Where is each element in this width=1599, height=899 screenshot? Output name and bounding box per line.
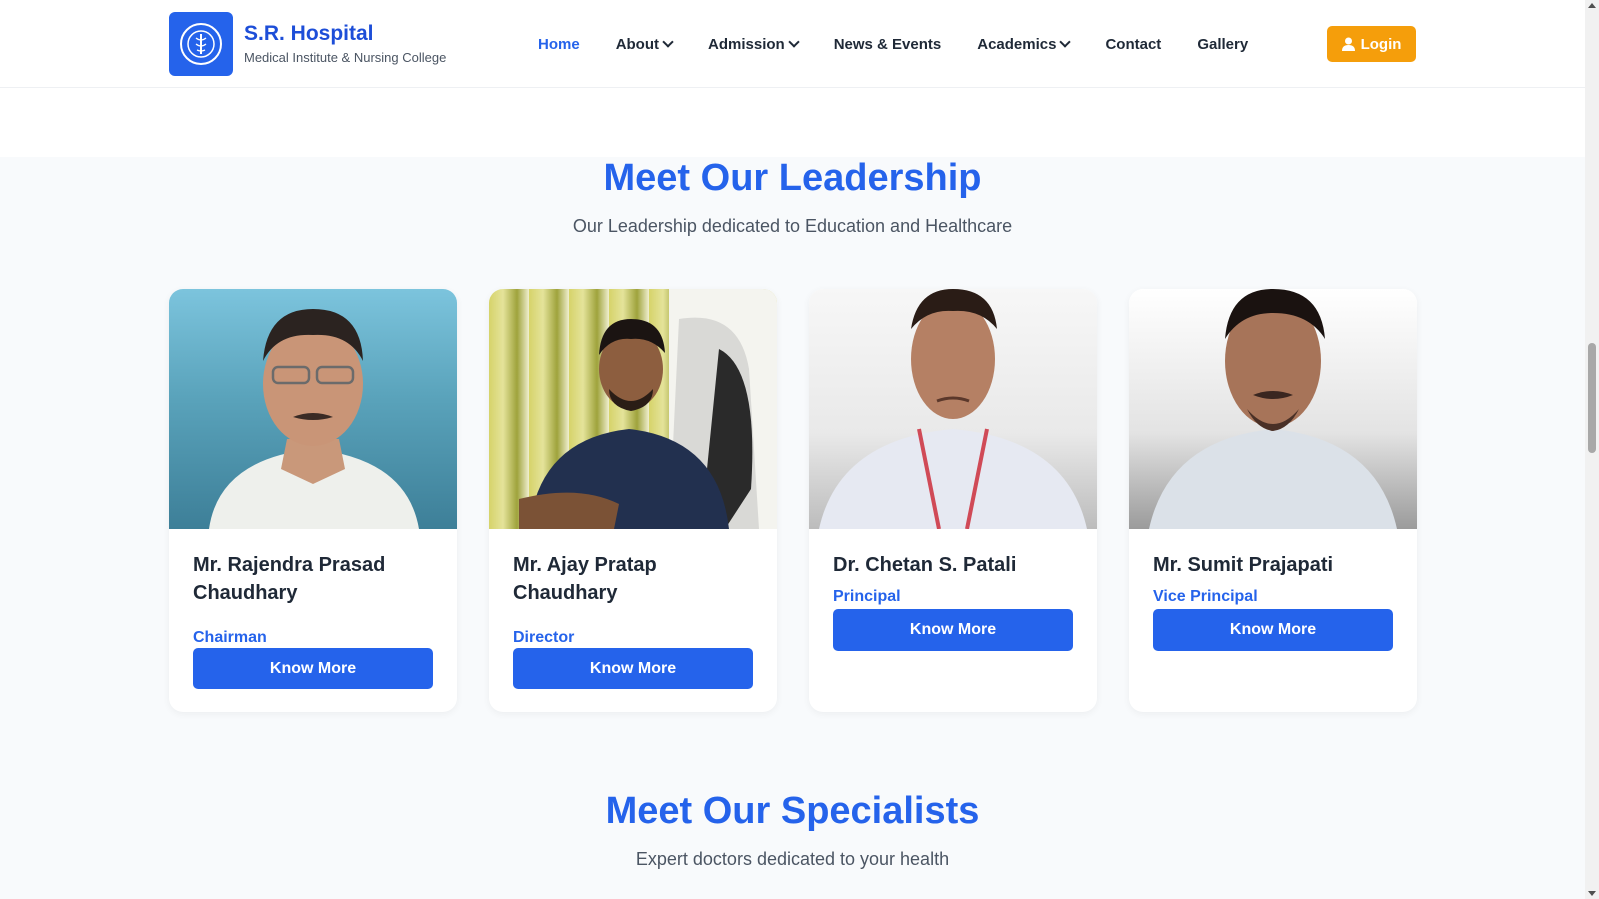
user-icon <box>1341 37 1355 51</box>
site-header: S.R. Hospital Medical Institute & Nursin… <box>0 0 1585 88</box>
nav-admission[interactable]: Admission <box>708 35 800 53</box>
brand-subtitle: Medical Institute & Nursing College <box>244 50 447 65</box>
nav-contact-label: Contact <box>1105 35 1162 53</box>
know-more-button[interactable]: Know More <box>193 648 433 689</box>
leader-photo <box>169 289 457 529</box>
leader-role: Director <box>513 629 575 646</box>
know-more-button[interactable]: Know More <box>1153 609 1393 651</box>
know-more-button[interactable]: Know More <box>513 648 753 689</box>
specialists-subtitle: Expert doctors dedicated to your health <box>635 849 950 869</box>
nav-about[interactable]: About <box>615 35 674 53</box>
leader-role: Vice Principal <box>1153 588 1258 605</box>
leader-photo <box>809 289 1097 529</box>
leader-photo <box>489 289 777 529</box>
leader-photo <box>1129 289 1417 529</box>
leader-card: Mr. Sumit Prajapati Vice Principal Know … <box>1129 289 1417 712</box>
leadership-subtitle: Our Leadership dedicated to Education an… <box>572 216 1013 236</box>
scrollbar-thumb[interactable] <box>1588 343 1596 453</box>
nav-news-events-label: News & Events <box>833 35 942 53</box>
leader-card: Mr. Rajendra Prasad Chaudhary Chairman K… <box>169 289 457 712</box>
page-scrollbar[interactable] <box>1585 0 1599 899</box>
leader-name: Mr. Ajay Pratap Chaudhary <box>513 554 657 604</box>
nav-admission-label: Admission <box>708 35 785 53</box>
nav-home[interactable]: Home <box>538 36 580 53</box>
brand-title[interactable]: S.R. Hospital <box>244 22 374 46</box>
scroll-up-icon[interactable] <box>1588 3 1596 8</box>
leader-name: Mr. Rajendra Prasad Chaudhary <box>193 554 386 604</box>
nav-gallery-label: Gallery <box>1197 35 1249 53</box>
nav-gallery[interactable]: Gallery <box>1197 36 1248 53</box>
leader-card: Dr. Chetan S. Patali Principal Know More <box>809 289 1097 712</box>
leader-role: Chairman <box>193 629 267 646</box>
specialists-title: Meet Our Specialists <box>605 790 980 832</box>
nav-academics[interactable]: Academics <box>977 35 1072 53</box>
main-nav: Home About Admission News & Events Acade… <box>538 34 1284 54</box>
hospital-logo[interactable] <box>169 12 233 76</box>
scroll-down-icon[interactable] <box>1588 891 1596 896</box>
nav-about-label: About <box>615 35 660 53</box>
leadership-title: Meet Our Leadership <box>603 157 982 199</box>
portrait-image <box>1149 289 1397 529</box>
login-label: Login <box>1360 35 1402 53</box>
portrait-image <box>519 289 777 529</box>
nav-academics-label: Academics <box>977 35 1057 53</box>
login-button[interactable]: Login <box>1327 26 1416 62</box>
nav-home-label: Home <box>538 35 580 53</box>
leader-role: Principal <box>833 588 901 605</box>
chevron-down-icon <box>662 36 674 48</box>
leadership-section: Meet Our Leadership Our Leadership dedic… <box>0 157 1585 899</box>
leader-name: Dr. Chetan S. Patali <box>833 554 1017 576</box>
portrait-image <box>209 309 419 529</box>
chevron-down-icon <box>788 36 800 48</box>
know-more-button[interactable]: Know More <box>833 609 1073 651</box>
chevron-down-icon <box>1059 36 1072 48</box>
hospital-emblem-icon <box>180 23 222 65</box>
nav-news-events[interactable]: News & Events <box>834 36 942 53</box>
portrait-image <box>819 289 1087 529</box>
leader-name: Mr. Sumit Prajapati <box>1153 554 1334 576</box>
leader-card: Mr. Ajay Pratap Chaudhary Director Know … <box>489 289 777 712</box>
nav-contact[interactable]: Contact <box>1105 36 1161 53</box>
